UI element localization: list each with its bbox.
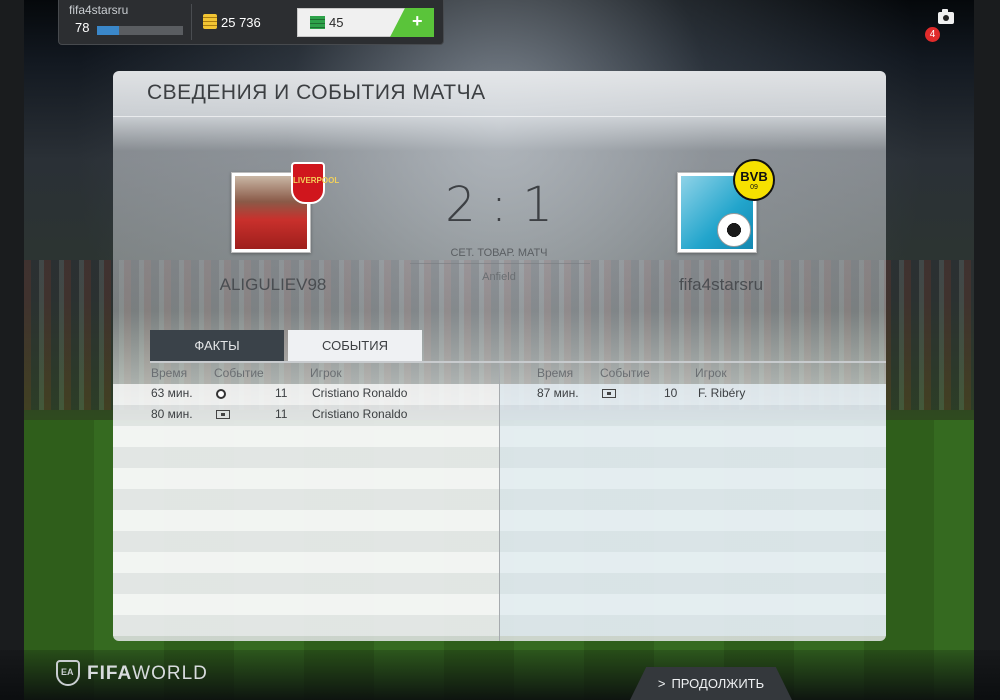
match-details-panel: СВЕДЕНИЯ И СОБЫТИЯ МАТЧА LIVERPOOL BVB 09… — [113, 71, 886, 641]
header-event: Событие — [214, 366, 264, 380]
table-row-stripe — [500, 426, 886, 447]
table-row-stripe — [113, 615, 499, 636]
logo-text-bold: FIFA — [87, 663, 133, 684]
substitution-icon — [602, 389, 616, 398]
header-time: Время — [151, 366, 188, 380]
hud-level: 78 — [75, 20, 90, 35]
hud-divider — [191, 4, 192, 40]
plus-icon: + — [412, 11, 423, 31]
table-row-stripe — [113, 552, 499, 573]
xp-progress-fill — [97, 26, 119, 35]
crest-text: LIVERPOOL — [293, 176, 340, 185]
player-number: 10 — [664, 386, 678, 400]
table-row-stripe — [500, 615, 886, 636]
crest-text: BVB — [740, 169, 768, 184]
table-row-stripe — [500, 573, 886, 594]
bvb-crest-icon: BVB 09 — [733, 159, 775, 201]
away-team-name: fifa4starsru — [678, 275, 764, 294]
tab-facts[interactable]: ФАКТЫ — [150, 330, 284, 361]
page-title: СВЕДЕНИЯ И СОБЫТИЯ МАТЧА — [147, 81, 486, 104]
hud-username: fifa4starsru — [69, 3, 129, 17]
player-number: 11 — [275, 386, 288, 400]
home-events-list: Время Событие Игрок 63 мин. 11 Cristiano R… — [113, 363, 499, 641]
events-table: Время Событие Игрок 63 мин. 11 Cristiano R… — [113, 363, 886, 641]
event-time: 87 мин. — [537, 386, 579, 400]
away-events-list: Время Событие Игрок 87 мин. 10 F. Ribéry — [500, 363, 886, 641]
match-score: 2 : 1 — [445, 177, 553, 233]
header-event: Событие — [600, 366, 650, 380]
points-box: 45 + — [297, 8, 434, 37]
table-row-stripe — [113, 594, 499, 615]
player-name: Cristiano Ronaldo — [312, 386, 408, 400]
table-row-stripe — [500, 510, 886, 531]
points-balance: 45 — [329, 15, 344, 30]
continue-button[interactable]: > ПРОДОЛЖИТЬ — [630, 667, 792, 700]
liverpool-crest-icon: LIVERPOOL — [291, 162, 340, 204]
match-type: СЕТ. ТОВАР. МАТЧ — [450, 247, 548, 259]
table-row-stripe — [113, 510, 499, 531]
table-row-stripe — [500, 531, 886, 552]
event-time: 80 мин. — [151, 407, 193, 421]
substitution-icon — [216, 410, 230, 419]
header-time: Время — [537, 366, 574, 380]
table-row-stripe — [113, 531, 499, 552]
table-row-stripe — [113, 426, 499, 447]
ea-shield-icon: EA — [56, 660, 80, 686]
table-row-stripe — [500, 489, 886, 510]
continue-label: ПРОДОЛЖИТЬ — [671, 676, 765, 691]
table-row-stripe — [500, 447, 886, 468]
coins-balance: 25 736 — [221, 15, 261, 30]
table-row-stripe — [113, 573, 499, 594]
game-screen: fifa4starsru 78 25 736 45 + 4 СВЕДЕНИЯ И… — [0, 0, 1000, 700]
table-row-stripe — [113, 489, 499, 510]
table-row-stripe — [500, 594, 886, 615]
header-player: Игрок — [310, 366, 342, 380]
header-player: Игрок — [695, 366, 727, 380]
table-row-stripe — [500, 552, 886, 573]
camera-icon[interactable] — [938, 9, 954, 24]
table-row-stripe — [113, 468, 499, 489]
football-icon — [717, 213, 751, 247]
points-icon — [310, 16, 325, 29]
logo-text-light: WORLD — [132, 663, 208, 684]
player-hud: fifa4starsru 78 25 736 45 + — [58, 0, 444, 45]
event-time: 63 мин. — [151, 386, 193, 400]
player-number: 11 — [275, 407, 288, 421]
left-border — [0, 0, 24, 700]
match-type-divider — [410, 263, 590, 264]
table-row-stripe — [500, 405, 886, 426]
goal-icon — [216, 389, 226, 399]
home-team-name: ALIGULIEV98 — [219, 275, 327, 294]
table-row-stripe — [113, 447, 499, 468]
right-border — [974, 0, 1000, 700]
add-points-button[interactable]: + — [390, 8, 434, 37]
title-divider — [113, 116, 886, 117]
crest-subtext: 09 — [750, 184, 758, 191]
logo-badge: EA — [61, 667, 74, 677]
match-venue: Anfield — [482, 271, 516, 283]
tab-events[interactable]: СОБЫТИЯ — [288, 330, 422, 361]
logo-text: FIFAWORLD — [87, 663, 208, 685]
player-name: Cristiano Ronaldo — [312, 407, 408, 421]
coins-icon — [203, 14, 217, 29]
table-row-stripe — [500, 468, 886, 489]
notification-badge[interactable]: 4 — [925, 27, 940, 42]
chevron-right-icon: > — [657, 676, 666, 691]
xp-progress-bar — [97, 26, 183, 35]
player-name: F. Ribéry — [698, 386, 746, 400]
